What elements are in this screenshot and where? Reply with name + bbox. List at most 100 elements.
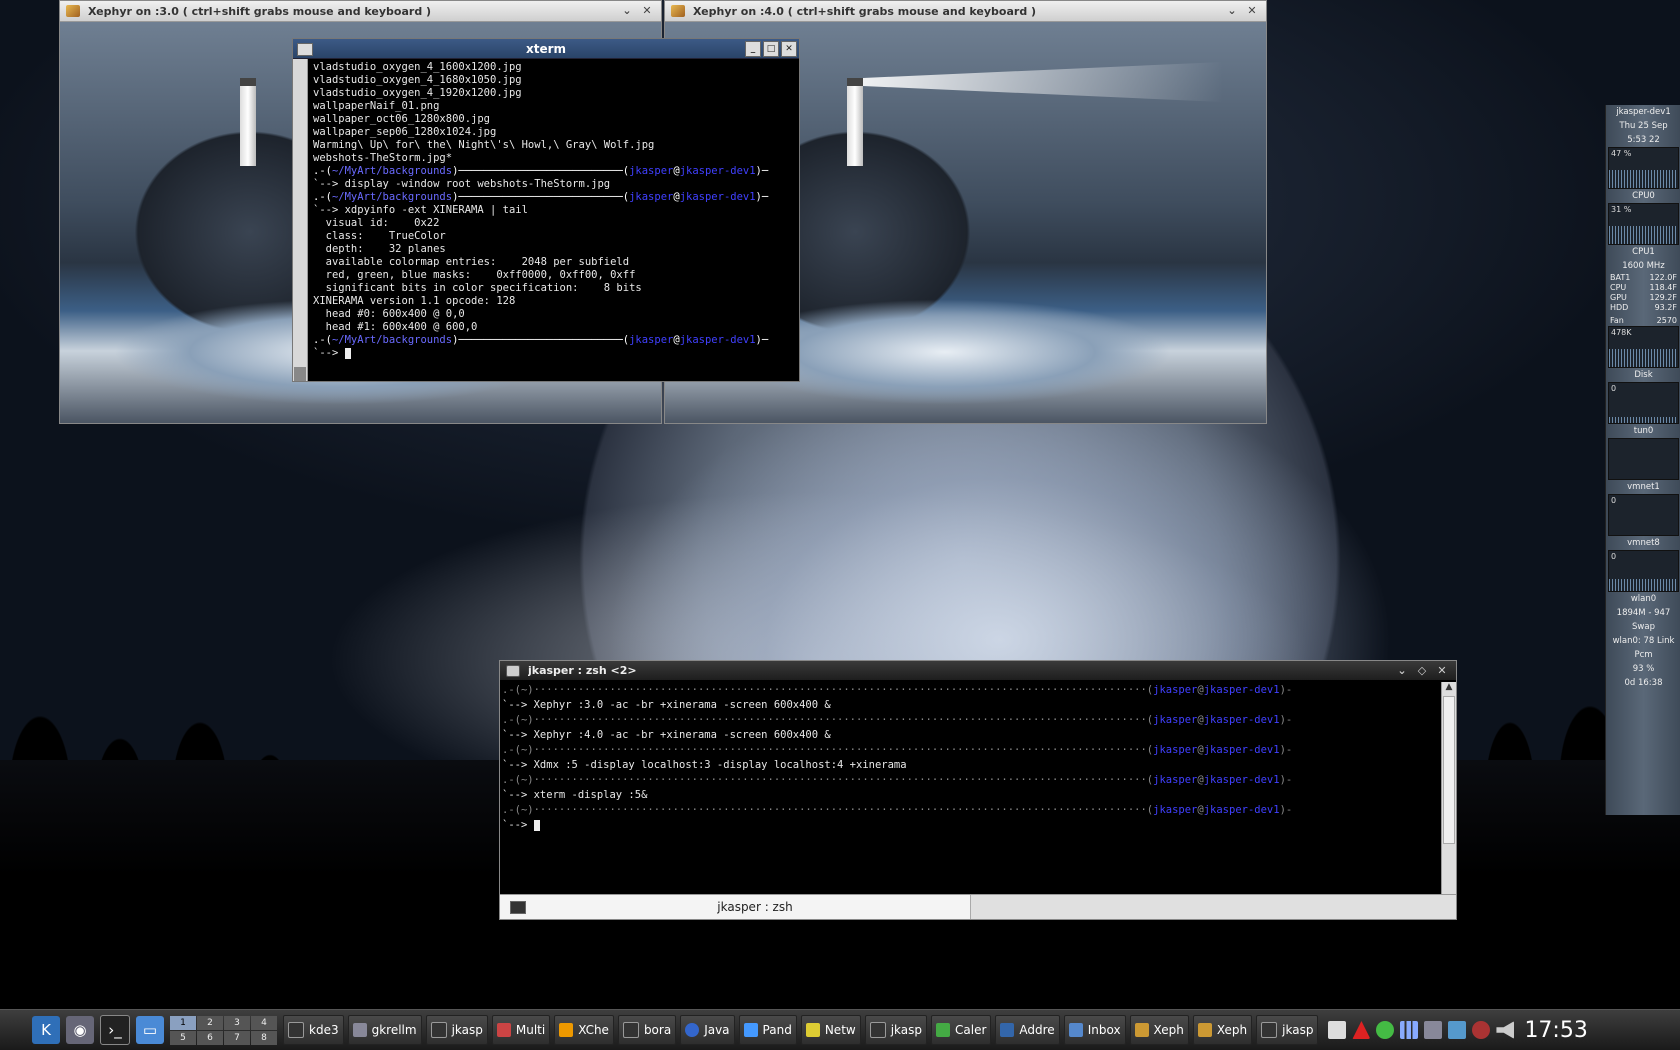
taskbar-clock[interactable]: 17:53	[1524, 1018, 1587, 1043]
xephyr-icon	[1134, 1023, 1149, 1037]
home-folder-icon[interactable]: ▭	[136, 1016, 164, 1044]
cpu-freq: 1600 MHz	[1622, 261, 1665, 271]
network-status-icon[interactable]	[1376, 1021, 1395, 1039]
xephyr-left-titlebar[interactable]: Xephyr on :3.0 ( ctrl+shift grabs mouse …	[60, 1, 661, 22]
pager-desktop-8[interactable]: 8	[251, 1030, 277, 1045]
command-line: `--> xterm -display :5&	[502, 789, 648, 801]
output-line: available colormap entries: 2048 per sub…	[313, 256, 630, 268]
warning-icon[interactable]	[1352, 1021, 1371, 1039]
prompt-line: .-(~)···································…	[502, 744, 1293, 756]
konsole-terminal-output[interactable]: .-(~)···································…	[502, 683, 1440, 893]
xephyr-right-title: Xephyr on :4.0 ( ctrl+shift grabs mouse …	[693, 4, 1037, 18]
output-line: significant bits in color specification:…	[313, 282, 642, 294]
uptime: 0d 16:38	[1624, 678, 1663, 688]
terminal-tab-icon	[510, 900, 526, 914]
display-icon[interactable]	[1448, 1021, 1467, 1039]
maximize-button[interactable]: □	[763, 41, 779, 57]
pager-desktop-3[interactable]: 3	[224, 1015, 250, 1030]
terminal-launcher-icon[interactable]: ›_	[100, 1015, 130, 1045]
tab-label: jkasper : zsh	[717, 900, 793, 914]
maximize-button[interactable]: ◇	[1414, 664, 1430, 678]
scroll-up-icon[interactable]: ▲	[1442, 682, 1456, 696]
taskbar-item[interactable]: XChe	[554, 1015, 614, 1045]
minimize-button[interactable]: ⌄	[619, 4, 635, 18]
terminal-icon	[869, 1022, 886, 1038]
pager-desktop-2[interactable]: 2	[197, 1015, 223, 1030]
konsole-titlebar[interactable]: jkasper : zsh <2> ⌄ ◇ ✕	[500, 661, 1456, 681]
pager-desktop-5[interactable]: 5	[170, 1030, 196, 1045]
pager-desktop-6[interactable]: 6	[197, 1030, 223, 1045]
command-line: `--> display -window root webshots-TheSt…	[313, 178, 611, 190]
taskbar-item[interactable]: Pand	[738, 1015, 797, 1045]
printer-icon[interactable]	[1424, 1021, 1443, 1039]
konsole-title: jkasper : zsh <2>	[528, 664, 637, 677]
desktop-pager[interactable]: 1 2 3 4 5 6 7 8	[170, 1015, 277, 1045]
taskbar-item[interactable]: jkasp	[864, 1015, 928, 1045]
close-button[interactable]: ✕	[781, 41, 797, 57]
minimize-button[interactable]: _	[745, 41, 761, 57]
konsole-tab[interactable]: jkasper : zsh	[500, 895, 971, 919]
gkrellm-icon	[352, 1023, 367, 1037]
taskbar-item[interactable]: jkasp	[425, 1015, 488, 1045]
scrollbar-thumb[interactable]	[1443, 696, 1455, 844]
net-tun0-chart[interactable]	[1608, 438, 1679, 480]
taskbar-item[interactable]: Java	[680, 1015, 735, 1045]
net-vmnet1-chart[interactable]: 0	[1608, 494, 1679, 536]
terminal-icon	[288, 1022, 304, 1038]
pager-desktop-7[interactable]: 7	[224, 1030, 250, 1045]
konsole-scrollbar[interactable]: ▲	[1441, 682, 1456, 894]
disk-label: Disk	[1634, 370, 1653, 380]
xterm-scrollbar[interactable]	[293, 59, 308, 381]
proc-chart[interactable]: 478K	[1608, 326, 1679, 368]
signal-strength-icon[interactable]	[1400, 1021, 1419, 1039]
system-settings-icon[interactable]: ◉	[66, 1016, 94, 1044]
command-line: `--> Xdmx :5 -display localhost:3 -displ…	[502, 759, 907, 771]
xterm-terminal-output[interactable]: vladstudio_oxygen_4_1600x1200.jpg vladstu…	[313, 61, 795, 379]
command-line: `-->	[313, 347, 795, 360]
taskbar-item[interactable]: gkrellm	[347, 1015, 422, 1045]
taskbar-item[interactable]: Netw	[800, 1015, 861, 1045]
clipboard-icon[interactable]	[1328, 1021, 1347, 1039]
xterm-window[interactable]: xterm _ □ ✕ vladstudio_oxygen_4_1600x120…	[292, 38, 800, 382]
pager-desktop-1[interactable]: 1	[170, 1015, 196, 1030]
command-line: `--> Xephyr :3.0 -ac -br +xinerama -scre…	[502, 699, 831, 711]
taskbar-item[interactable]: jkasp	[1256, 1015, 1319, 1045]
cpu1-chart[interactable]: 31 %	[1608, 203, 1679, 245]
minimize-button[interactable]: ⌄	[1224, 4, 1240, 18]
xterm-titlebar[interactable]: xterm _ □ ✕	[293, 39, 799, 59]
taskbar-item[interactable]: Addre	[995, 1015, 1060, 1045]
terminal-icon	[622, 1022, 639, 1038]
net-vmnet8-chart[interactable]: 0	[1608, 550, 1679, 592]
taskbar-item[interactable]: Inbox	[1063, 1015, 1126, 1045]
scrollbar-thumb[interactable]	[294, 367, 306, 381]
disk-chart[interactable]: 0	[1608, 382, 1679, 424]
close-button[interactable]: ✕	[639, 4, 655, 18]
net-wlan0-label: wlan0	[1630, 594, 1657, 604]
addressbook-icon	[1000, 1023, 1015, 1037]
xephyr-app-icon	[66, 5, 80, 17]
terminal-icon	[430, 1022, 447, 1038]
taskbar-item[interactable]: Xeph	[1129, 1015, 1189, 1045]
taskbar-item[interactable]: kde3	[283, 1015, 344, 1045]
pager-desktop-4[interactable]: 4	[251, 1015, 277, 1030]
close-button[interactable]: ✕	[1244, 4, 1260, 18]
cpu0-chart[interactable]: 47 %	[1608, 147, 1679, 189]
volume-icon[interactable]	[1496, 1021, 1515, 1039]
close-button[interactable]: ✕	[1434, 664, 1450, 678]
gkrellm-monitor[interactable]: jkasper-dev1 Thu 25 Sep 5:53 22 47 % CPU…	[1605, 105, 1680, 815]
pandora-icon	[743, 1023, 758, 1037]
xephyr-right-titlebar[interactable]: Xephyr on :4.0 ( ctrl+shift grabs mouse …	[665, 1, 1266, 22]
java-icon	[685, 1023, 700, 1037]
taskbar-item[interactable]: bora	[617, 1015, 677, 1045]
minimize-button[interactable]: ⌄	[1394, 664, 1410, 678]
prompt-line: .-(~)···································…	[502, 714, 1293, 726]
taskbar-item[interactable]: Xeph	[1192, 1015, 1253, 1045]
window-menu-icon[interactable]	[297, 43, 313, 56]
prompt-line: .-(~)···································…	[502, 684, 1293, 696]
kde-menu-icon[interactable]: K	[32, 1016, 60, 1044]
konsole-window[interactable]: jkasper : zsh <2> ⌄ ◇ ✕ .-(~)···········…	[499, 660, 1457, 920]
klipper-icon[interactable]	[1472, 1021, 1491, 1039]
taskbar-item[interactable]: Multi	[491, 1015, 551, 1045]
command-line: `--> xdpyinfo -ext XINERAMA | tail	[313, 204, 528, 216]
taskbar-item[interactable]: Caler	[931, 1015, 992, 1045]
